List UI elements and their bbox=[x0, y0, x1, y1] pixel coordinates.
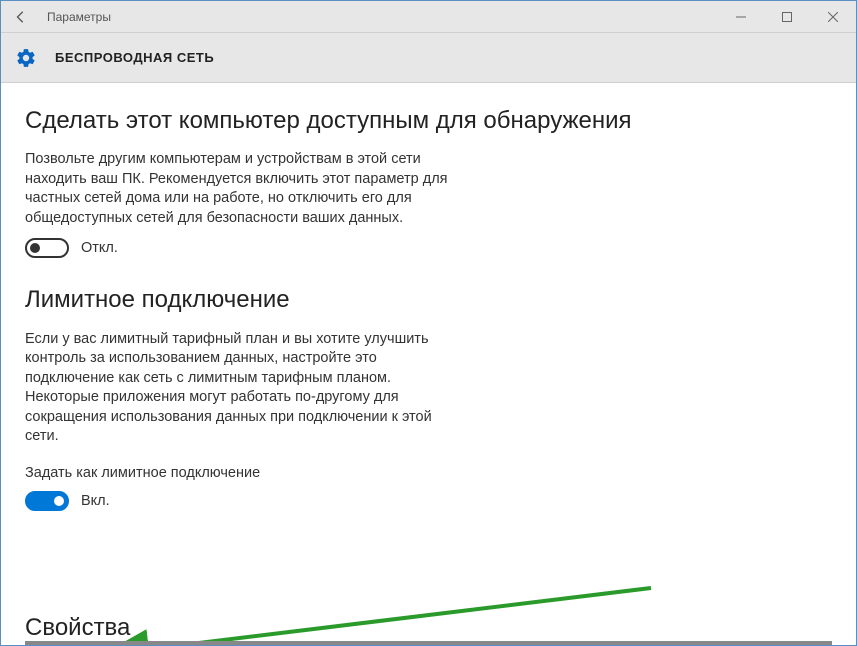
discovery-toggle[interactable] bbox=[25, 238, 69, 258]
properties-section: Свойства bbox=[25, 614, 832, 645]
titlebar: Параметры bbox=[1, 1, 856, 33]
toggle-knob bbox=[30, 243, 40, 253]
metered-toggle[interactable] bbox=[25, 491, 69, 511]
minimize-button[interactable] bbox=[718, 1, 764, 33]
discovery-heading: Сделать этот компьютер доступным для обн… bbox=[25, 105, 832, 136]
maximize-icon bbox=[782, 12, 792, 22]
metered-description: Если у вас лимитный тарифный план и вы х… bbox=[25, 330, 465, 447]
arrow-left-icon bbox=[14, 10, 28, 24]
metered-toggle-row: Вкл. bbox=[25, 491, 832, 511]
discovery-toggle-label: Откл. bbox=[81, 240, 118, 256]
metered-toggle-label: Вкл. bbox=[81, 493, 110, 509]
window-controls bbox=[718, 1, 856, 33]
close-icon bbox=[828, 12, 838, 22]
discovery-toggle-row: Откл. bbox=[25, 238, 832, 258]
metered-sub-label: Задать как лимитное подключение bbox=[25, 465, 832, 481]
page-title: БЕСПРОВОДНАЯ СЕТЬ bbox=[55, 50, 214, 65]
properties-heading: Свойства bbox=[25, 614, 832, 643]
content-area: Сделать этот компьютер доступным для обн… bbox=[1, 83, 856, 645]
window-title: Параметры bbox=[41, 10, 718, 24]
maximize-button[interactable] bbox=[764, 1, 810, 33]
toggle-knob bbox=[54, 496, 64, 506]
discovery-description: Позвольте другим компьютерам и устройств… bbox=[25, 150, 465, 228]
close-button[interactable] bbox=[810, 1, 856, 33]
minimize-icon bbox=[736, 12, 746, 22]
header-bar: БЕСПРОВОДНАЯ СЕТЬ bbox=[1, 33, 856, 83]
metered-heading: Лимитное подключение bbox=[25, 284, 832, 315]
back-button[interactable] bbox=[1, 1, 41, 33]
gear-icon bbox=[15, 47, 37, 69]
